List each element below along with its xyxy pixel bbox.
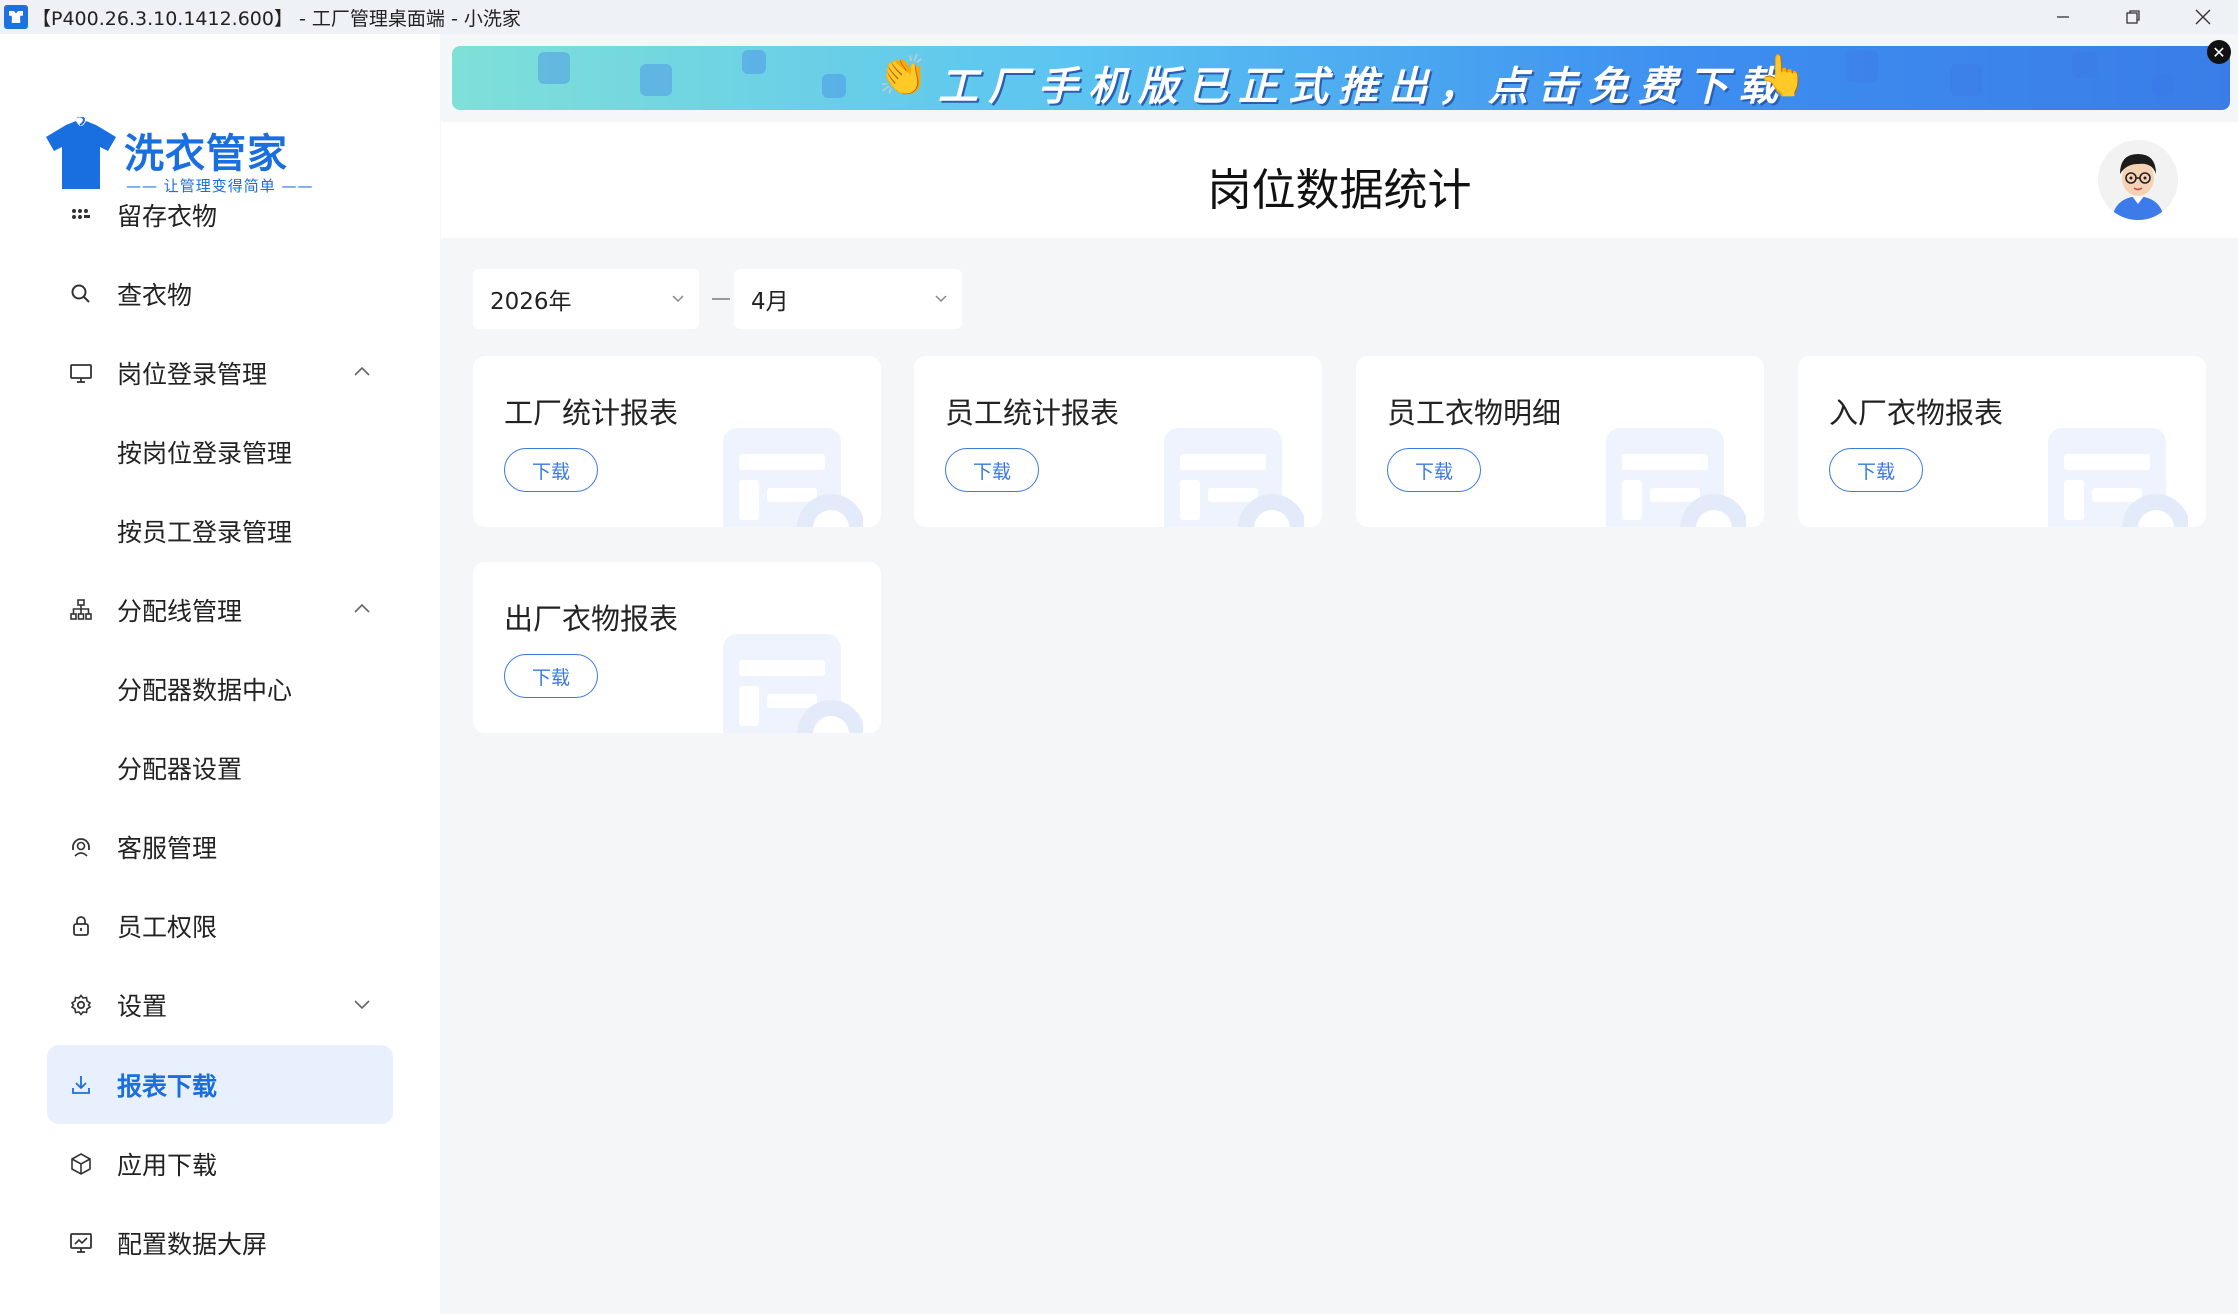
close-button[interactable] [2168, 0, 2238, 34]
chevron-down-icon [354, 1000, 370, 1010]
sidebar-item-search-clothes[interactable]: 查衣物 [47, 254, 393, 333]
screen-chart-icon [67, 1229, 95, 1257]
minimize-button[interactable] [2028, 0, 2098, 34]
chevron-down-icon [935, 295, 947, 303]
page-header: 岗位数据统计 [441, 122, 2238, 238]
download-button[interactable]: 下载 [504, 448, 598, 492]
decor-icon [1950, 64, 1982, 96]
chevron-up-icon [354, 603, 370, 613]
sidebar-subitem-label: 按岗位登录管理 [117, 438, 293, 468]
sidebar-item-label: 岗位登录管理 [117, 359, 268, 389]
report-card-outbound-clothes: 出厂衣物报表 下载 [473, 562, 881, 733]
report-card-title: 入厂衣物报表 [1829, 396, 2004, 430]
decor-icon [822, 74, 846, 98]
sidebar-item-label: 报表下载 [117, 1071, 218, 1101]
sidebar-item-label: 应用下载 [117, 1150, 218, 1180]
minimize-icon [2057, 16, 2069, 18]
sidebar-item-label: 分配线管理 [117, 596, 243, 626]
promo-banner[interactable]: 👏 工厂手机版已正式推出，点击免费下载 👆 [452, 46, 2230, 110]
sidebar-subitem-label: 按员工登录管理 [117, 517, 293, 547]
chevron-up-icon [354, 366, 370, 376]
search-icon [67, 280, 95, 308]
report-card-title: 出厂衣物报表 [504, 602, 679, 636]
report-card-title: 员工衣物明细 [1387, 396, 1562, 430]
download-button[interactable]: 下载 [1829, 448, 1923, 492]
clap-hands-icon: 👏 [878, 53, 928, 99]
sidebar-item-label: 员工权限 [117, 912, 218, 942]
decor-icon [2152, 74, 2174, 96]
sidebar-item-settings[interactable]: 设置 [47, 965, 393, 1044]
sidebar-item-customer-service[interactable]: 客服管理 [47, 807, 393, 886]
sidebar-item-label: 配置数据大屏 [117, 1229, 268, 1259]
report-card-employee-stats: 员工统计报表 下载 [914, 356, 1322, 527]
brand-name: 洗衣管家 [124, 131, 288, 177]
report-card-title: 工厂统计报表 [504, 396, 679, 430]
decor-icon [2072, 52, 2098, 78]
sidebar-item-data-screen[interactable]: 配置数据大屏 [47, 1203, 393, 1282]
headset-icon [67, 833, 95, 861]
banner-text: 工厂手机版已正式推出，点击免费下载 [938, 64, 1788, 110]
report-document-icon [1606, 428, 1746, 527]
sidebar: 洗衣管家 —— 让管理变得简单 —— 留存衣物 查衣物 岗位登录管理 按岗位登录… [0, 34, 440, 1314]
report-card-title: 员工统计报表 [945, 396, 1120, 430]
report-document-icon [2048, 428, 2188, 527]
month-select-value: 4月 [751, 289, 789, 315]
sidebar-item-app-download[interactable]: 应用下载 [47, 1124, 393, 1203]
sidebar-subitem-by-post[interactable]: 按岗位登录管理 [117, 412, 292, 491]
user-avatar-icon [2098, 140, 2178, 220]
report-card-factory-stats: 工厂统计报表 下载 [473, 356, 881, 527]
download-icon [67, 1071, 95, 1099]
sidebar-item-label: 设置 [117, 991, 168, 1021]
report-document-icon [723, 634, 863, 733]
monitor-icon [67, 359, 95, 387]
report-card-inbound-clothes: 入厂衣物报表 下载 [1798, 356, 2206, 527]
sidebar-item-label: 客服管理 [117, 833, 218, 863]
sidebar-item-label: 查衣物 [117, 280, 193, 310]
org-chart-icon [67, 596, 95, 624]
gear-icon [67, 991, 95, 1019]
logo: 洗衣管家 —— 让管理变得简单 —— [46, 79, 313, 195]
decor-icon [640, 64, 672, 96]
sidebar-item-employee-permissions[interactable]: 员工权限 [47, 886, 393, 965]
sidebar-subitem-by-employee[interactable]: 按员工登录管理 [117, 491, 292, 570]
lock-icon [67, 912, 95, 940]
sidebar-subitem-label: 分配器数据中心 [117, 675, 293, 705]
download-button[interactable]: 下载 [504, 654, 598, 698]
range-separator [712, 298, 730, 300]
sidebar-subitem-label: 分配器设置 [117, 754, 243, 784]
decor-icon [1846, 50, 1878, 82]
sidebar-item-distribution-line[interactable]: 分配线管理 [47, 570, 393, 649]
restore-button[interactable] [2098, 0, 2168, 34]
grid-dots-icon [67, 201, 95, 229]
sidebar-item-post-login-management[interactable]: 岗位登录管理 [47, 333, 393, 412]
sidebar-item-report-download[interactable]: 报表下载 [47, 1045, 393, 1124]
chevron-down-icon [672, 295, 684, 303]
app-icon [4, 5, 28, 29]
year-select[interactable]: 2026年 [473, 269, 699, 329]
close-icon [2195, 9, 2211, 25]
window-title: 【P400.26.3.10.1412.600】 - 工厂管理桌面端 - 小洗家 [32, 7, 521, 30]
report-card-employee-clothes-detail: 员工衣物明细 下载 [1356, 356, 1764, 527]
restore-icon [2126, 10, 2140, 24]
sidebar-item-retained-clothes[interactable]: 留存衣物 [47, 175, 393, 254]
sidebar-subitem-distributor-settings[interactable]: 分配器设置 [117, 728, 242, 807]
pointing-hand-icon: 👆 [1758, 53, 1808, 99]
decor-icon [742, 50, 766, 74]
month-select[interactable]: 4月 [734, 269, 962, 329]
sidebar-item-label: 留存衣物 [117, 201, 218, 231]
download-button[interactable]: 下载 [1387, 448, 1481, 492]
close-icon: ✕ [2212, 42, 2226, 62]
sidebar-subitem-distributor-data[interactable]: 分配器数据中心 [117, 649, 292, 728]
page-title: 岗位数据统计 [1207, 165, 1472, 216]
box-icon [67, 1150, 95, 1178]
avatar[interactable] [2098, 140, 2178, 220]
window-titlebar: 【P400.26.3.10.1412.600】 - 工厂管理桌面端 - 小洗家 [0, 0, 2238, 34]
banner-close-button[interactable]: ✕ [2207, 40, 2231, 64]
year-select-value: 2026年 [490, 289, 572, 315]
download-button[interactable]: 下载 [945, 448, 1039, 492]
decor-icon [538, 52, 570, 84]
report-document-icon [723, 428, 863, 527]
report-document-icon [1164, 428, 1304, 527]
